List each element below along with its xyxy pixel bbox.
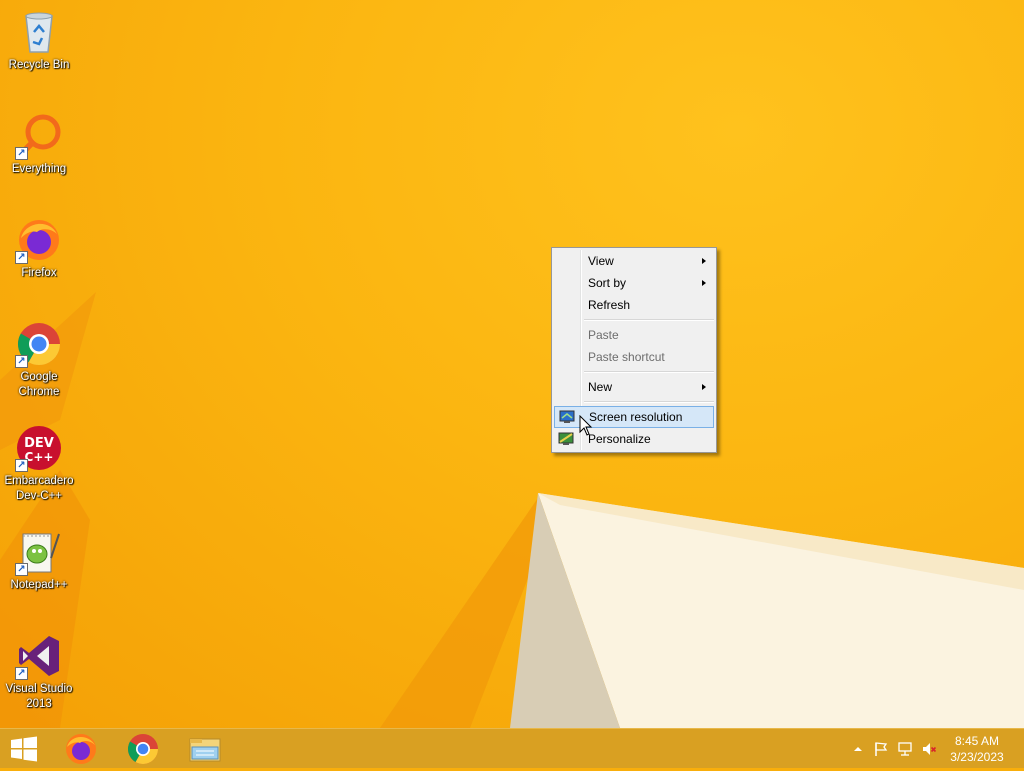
volume-button[interactable] [921, 741, 937, 757]
desktop-icon-recycle-bin[interactable]: Recycle Bin [2, 2, 76, 73]
desktop-icon-visual-studio[interactable]: ↗ Visual Studio 2013 [2, 626, 76, 712]
taskbar-chrome-button[interactable] [116, 731, 170, 767]
menu-item-label: Personalize [588, 432, 651, 446]
desktop-icon-google-chrome[interactable]: ↗ Google Chrome [2, 314, 76, 400]
screen-resolution-icon [559, 410, 575, 424]
desktop[interactable]: Recycle Bin ↗ Everything ↗ Firefox ↗ Goo… [0, 0, 1024, 728]
desktop-icon-label: Google Chrome [18, 371, 60, 398]
file-explorer-icon [189, 738, 221, 762]
submenu-arrow-icon [702, 258, 706, 264]
taskbar-file-explorer-button[interactable] [178, 731, 232, 767]
action-center-button[interactable] [873, 741, 889, 757]
menu-item-label: Paste shortcut [588, 350, 665, 364]
firefox-icon [66, 734, 96, 764]
visual-studio-icon: ↗ [15, 632, 63, 680]
menu-item-paste-shortcut: Paste shortcut [554, 346, 714, 368]
personalize-icon [558, 431, 574, 445]
start-button[interactable] [0, 731, 54, 767]
menu-item-refresh[interactable]: Refresh [554, 294, 714, 316]
shortcut-arrow-icon: ↗ [15, 667, 28, 680]
shortcut-arrow-icon: ↗ [15, 355, 28, 368]
dev-cpp-icon: DEV C++ ↗ [15, 424, 63, 472]
volume-muted-icon [923, 743, 937, 755]
menu-item-label: Refresh [588, 298, 631, 312]
menu-separator [584, 371, 714, 373]
chrome-icon: ↗ [15, 320, 63, 368]
firefox-icon: ↗ [15, 216, 63, 264]
desktop-icon-notepad-plus-plus[interactable]: ↗ Notepad++ [2, 522, 76, 593]
recycle-bin-icon [15, 8, 63, 56]
show-hidden-icons-button[interactable] [850, 741, 866, 757]
menu-separator [584, 319, 714, 321]
everything-search-icon: ↗ [15, 112, 63, 160]
menu-item-personalize[interactable]: Personalize [554, 428, 714, 450]
desktop-icon-label: Recycle Bin [8, 59, 70, 71]
desktop-icon-label: Embarcadero Dev-C++ [4, 475, 74, 502]
chrome-icon [127, 734, 158, 765]
taskbar-firefox-button[interactable] [54, 731, 108, 767]
desktop-icon-label: Firefox [21, 267, 57, 279]
network-icon [898, 742, 912, 756]
shortcut-arrow-icon: ↗ [15, 147, 28, 160]
menu-item-label: Screen resolution [589, 410, 683, 424]
clock-time: 8:45 AM [954, 734, 1000, 748]
shortcut-arrow-icon: ↗ [15, 251, 28, 264]
wallpaper-shapes [0, 292, 1024, 728]
menu-item-view[interactable]: View [554, 250, 714, 272]
menu-item-label: Paste [588, 328, 619, 342]
desktop-icon-everything[interactable]: ↗ Everything [2, 106, 76, 177]
desktop-icon-label: Visual Studio 2013 [5, 683, 73, 710]
desktop-icon-label: Everything [11, 163, 67, 175]
desktop-icon-label: Notepad++ [10, 579, 68, 591]
menu-item-screen-resolution[interactable]: Screen resolution [554, 406, 714, 428]
show-hidden-icons-icon [854, 747, 862, 751]
taskbar: 8:45 AM 3/23/2023 [0, 728, 1024, 768]
menu-item-new[interactable]: New [554, 376, 714, 398]
desktop-icon-dev-cpp[interactable]: DEV C++ ↗ Embarcadero Dev-C++ [2, 418, 76, 504]
menu-item-sort-by[interactable]: Sort by [554, 272, 714, 294]
notepad-plus-plus-icon: ↗ [15, 528, 63, 576]
submenu-arrow-icon [702, 280, 706, 286]
desktop-icon-firefox[interactable]: ↗ Firefox [2, 210, 76, 281]
shortcut-arrow-icon: ↗ [15, 563, 28, 576]
submenu-arrow-icon [702, 384, 706, 390]
network-button[interactable] [897, 741, 913, 757]
menu-item-label: Sort by [588, 276, 627, 290]
menu-item-label: New [588, 380, 613, 394]
start-icon [11, 736, 37, 762]
desktop-context-menu: View Sort by Refresh Paste Paste shortcu… [551, 247, 717, 453]
action-center-flag-icon [875, 742, 888, 756]
mouse-cursor-icon [579, 415, 593, 436]
dev-cpp-badge-text: DEV [24, 436, 54, 451]
svg-text:C++: C++ [25, 450, 54, 464]
clock-date: 3/23/2023 [950, 750, 1004, 764]
shortcut-arrow-icon: ↗ [15, 459, 28, 472]
menu-item-paste: Paste [554, 324, 714, 346]
taskbar-clock[interactable]: 8:45 AM 3/23/2023 [942, 733, 1012, 765]
menu-separator [584, 401, 714, 403]
menu-item-label: View [588, 254, 614, 268]
